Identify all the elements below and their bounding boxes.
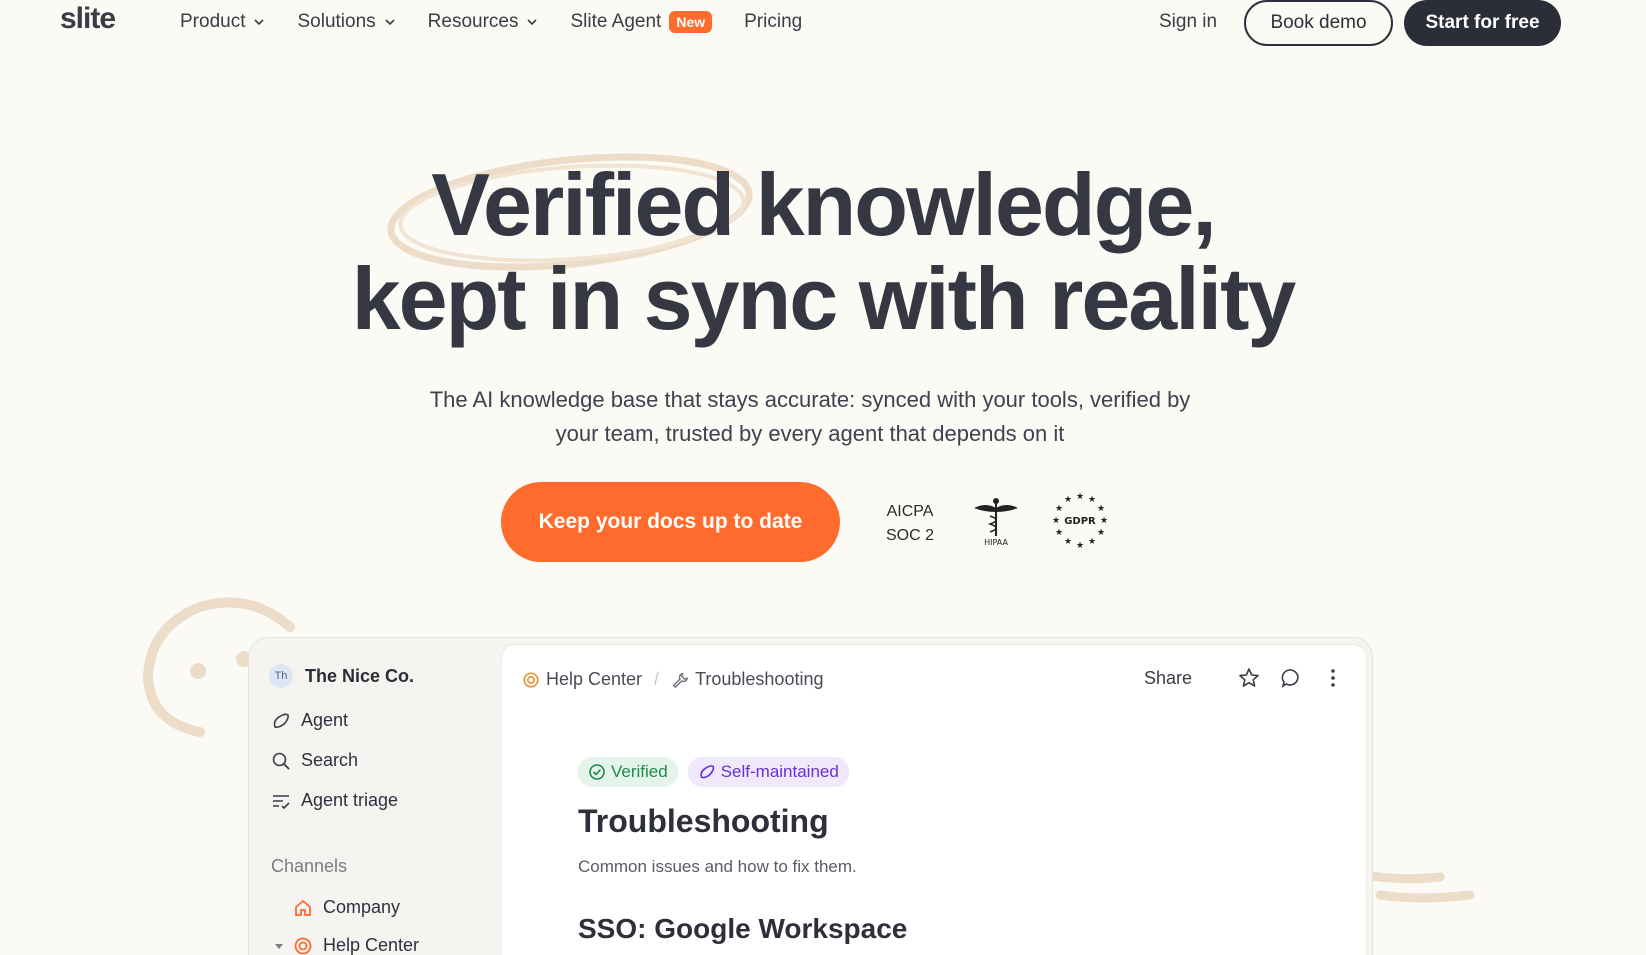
nav-slite-agent-label: Slite Agent: [570, 11, 662, 32]
svg-text:HIPAA: HIPAA: [984, 538, 1008, 547]
hero-title-line2: kept in sync with reality: [351, 249, 1297, 348]
slite-logo[interactable]: slite: [60, 2, 116, 36]
workspace-switcher[interactable]: Th The Nice Co.: [269, 664, 414, 688]
hero-title-line1: Verified knowledge,: [431, 155, 1217, 254]
chevron-down-icon: [254, 19, 265, 26]
breadcrumb-separator: /: [654, 669, 660, 689]
svg-text:★: ★: [1088, 495, 1096, 505]
nav-pricing[interactable]: Pricing: [744, 11, 802, 33]
doc-actions: Share: [1144, 667, 1344, 689]
nav-resources[interactable]: Resources: [428, 11, 539, 33]
workspace-avatar: Th: [269, 664, 293, 688]
channel-help-center[interactable]: Help Center: [273, 935, 419, 955]
nav-pricing-label: Pricing: [744, 11, 803, 32]
sidebar-item-agent-triage-label: Agent triage: [301, 790, 399, 810]
breadcrumb-troubleshooting[interactable]: Troubleshooting: [695, 669, 823, 690]
aicpa-label: AICPA: [886, 503, 934, 520]
svg-text:★: ★: [1055, 528, 1063, 538]
doc-tags: Verified Self-maintained: [578, 757, 859, 787]
star-icon[interactable]: [1238, 667, 1260, 689]
search-icon: [272, 752, 290, 770]
doc-pane: Help Center / Troubleshooting Share Veri…: [501, 644, 1367, 955]
self-maintained-tag-label: Self-maintained: [720, 762, 839, 781]
hero-subtitle: The AI knowledge base that stays accurat…: [360, 383, 1260, 451]
svg-text:★: ★: [1076, 541, 1084, 551]
nav-product[interactable]: Product: [180, 11, 265, 33]
nav-solutions-label: Solutions: [297, 11, 376, 32]
channel-company-label: Company: [323, 897, 401, 917]
hero-subtitle-line1: The AI knowledge base that stays accurat…: [429, 387, 1191, 412]
svg-text:★: ★: [1052, 516, 1060, 526]
gdpr-label: GDPR: [1064, 516, 1096, 527]
svg-text:★: ★: [1097, 504, 1105, 514]
start-free-button[interactable]: Start for free: [1404, 0, 1561, 46]
nav-resources-label: Resources: [427, 11, 519, 32]
sidebar-item-agent-label: Agent: [301, 710, 349, 730]
agent-icon: [700, 765, 714, 779]
svg-text:★: ★: [1100, 516, 1108, 526]
sidebar-item-agent[interactable]: Agent: [271, 710, 348, 731]
hero-subtitle-line2: your team, trusted by every agent that d…: [555, 421, 1065, 446]
verified-tag-label: Verified: [611, 762, 668, 781]
wrench-icon: [672, 672, 689, 688]
svg-text:★: ★: [1076, 492, 1084, 502]
book-demo-button[interactable]: Book demo: [1244, 0, 1393, 46]
verified-tag[interactable]: Verified: [578, 757, 678, 787]
doc-description: Common issues and how to fix them.: [578, 857, 857, 876]
channel-company[interactable]: Company: [293, 897, 400, 918]
comment-icon[interactable]: [1280, 667, 1302, 689]
hipaa-compliant-icon: HIPAA: [974, 498, 1018, 547]
aicpa-soc2-badge: AICPA SOC 2: [886, 500, 934, 548]
breadcrumb: Help Center / Troubleshooting: [522, 669, 823, 690]
home-icon: [295, 899, 311, 916]
breadcrumb-help-center[interactable]: Help Center: [546, 669, 642, 690]
svg-text:★: ★: [1097, 528, 1105, 538]
workspace-name: The Nice Co.: [305, 665, 415, 686]
check-circle-icon: [589, 764, 605, 780]
lifebuoy-icon: [523, 671, 539, 688]
dash-scribble-decoration: [1360, 870, 1475, 903]
svg-text:★: ★: [1055, 504, 1063, 514]
keep-docs-cta-button[interactable]: Keep your docs up to date: [501, 482, 840, 562]
sidebar-item-search-label: Search: [301, 750, 359, 770]
hero-title: Verified knowledge, kept in sync with re…: [0, 158, 1646, 346]
new-badge: New: [669, 11, 713, 33]
channels-heading: Channels: [271, 856, 348, 876]
self-maintained-tag[interactable]: Self-maintained: [687, 757, 849, 787]
sidebar-item-agent-triage[interactable]: Agent triage: [271, 790, 398, 811]
share-button[interactable]: Share: [1144, 668, 1192, 689]
svg-text:★: ★: [1088, 537, 1096, 547]
lifebuoy-icon: [294, 937, 312, 954]
soc2-label: SOC 2: [886, 527, 935, 544]
svg-text:★: ★: [1064, 537, 1072, 547]
nav-solutions[interactable]: Solutions: [297, 11, 395, 33]
app-preview: Th The Nice Co. Agent Search Agent triag…: [248, 637, 1373, 955]
chevron-down-icon: [385, 19, 395, 26]
nav-links: Product Solutions Resources Slite Agent …: [180, 11, 834, 33]
nav-product-label: Product: [180, 11, 246, 32]
doc-title: Troubleshooting: [578, 803, 829, 839]
chevron-down-icon: [527, 19, 538, 26]
triage-list-icon: [273, 794, 290, 809]
svg-text:★: ★: [1064, 495, 1072, 505]
more-vertical-icon[interactable]: [1322, 667, 1344, 689]
app-sidebar: Th The Nice Co. Agent Search Agent triag…: [249, 638, 501, 955]
doc-section-heading: SSO: Google Workspace: [578, 913, 908, 944]
agent-icon: [273, 713, 289, 728]
channel-help-center-label: Help Center: [323, 935, 420, 955]
caret-down-icon: [275, 943, 283, 949]
sidebar-item-search[interactable]: Search: [271, 750, 358, 771]
gdpr-stars-icon: ★ ★★★ ★★★★ ★★★★ GDPR: [1052, 492, 1108, 551]
top-nav: slite Product Solutions Resources Slite …: [0, 0, 1646, 46]
sign-in-link[interactable]: Sign in: [1159, 11, 1217, 33]
nav-slite-agent[interactable]: Slite Agent New: [570, 11, 713, 33]
